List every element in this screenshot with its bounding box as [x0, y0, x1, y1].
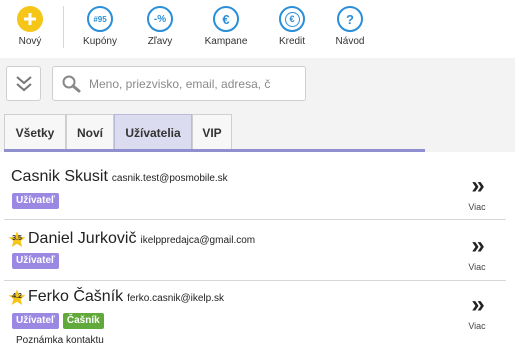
campaign-icon: €: [213, 6, 239, 32]
contact-row[interactable]: 4.2 Ferko Čašník ferko.casnik@ikelp.sk U…: [4, 281, 506, 353]
user-badge: Užívateľ: [12, 253, 59, 269]
contact-header: Casnik Skusit casnik.test@posmobile.sk: [11, 168, 228, 186]
expand-filters-button[interactable]: [6, 66, 41, 101]
tab-active-underline: [4, 149, 425, 152]
contact-header: 4.2 Ferko Čašník ferko.casnik@ikelp.sk: [8, 288, 224, 306]
contact-note: Poznámka kontaktu: [16, 335, 104, 346]
coupon-icon: #95: [87, 6, 113, 32]
new-button[interactable]: Nový: [0, 6, 60, 47]
tab-vip[interactable]: VIP: [192, 114, 232, 150]
discount-icon: -%: [147, 6, 173, 32]
rating-value: 4.2: [12, 292, 22, 300]
contact-name: Ferko Čašník: [28, 288, 124, 305]
toolbar-divider: [63, 6, 64, 48]
credit-button-label: Kredit: [278, 36, 306, 47]
coupons-button[interactable]: #95 Kupóny: [70, 6, 130, 47]
contact-name: Casnik Skusit: [11, 168, 108, 185]
toolbar: Nový #95 Kupóny -% Zľavy € Kampane € Kre…: [0, 0, 515, 58]
star-rating-icon: 4.2: [8, 289, 26, 306]
double-chevron-right-icon: »: [471, 172, 484, 199]
contact-name: Daniel Jurkovič: [28, 230, 137, 247]
help-icon: ?: [337, 6, 363, 32]
more-label: Viac: [468, 321, 486, 331]
search-field: [52, 66, 306, 101]
more-label: Viac: [468, 202, 486, 212]
rating-value: 3.5: [12, 234, 22, 242]
contact-email: ferko.casnik@ikelp.sk: [127, 293, 224, 304]
waiter-badge: Čašník: [62, 313, 104, 329]
campaigns-button-label: Kampane: [204, 36, 248, 47]
user-badge: Užívateľ: [12, 193, 59, 209]
contact-email: casnik.test@posmobile.sk: [111, 173, 228, 184]
contact-row[interactable]: Casnik Skusit casnik.test@posmobile.sk U…: [4, 156, 506, 220]
campaigns-button[interactable]: € Kampane: [196, 6, 256, 47]
search-icon: [53, 67, 89, 100]
add-icon: [17, 6, 43, 32]
discounts-button-label: Zľavy: [147, 36, 173, 47]
search-input[interactable]: [89, 68, 299, 99]
contact-badges: Užívateľ Čašník: [12, 313, 104, 329]
search-bar: [0, 58, 515, 110]
more-button[interactable]: » Viac: [464, 293, 490, 332]
help-button[interactable]: ? Návod: [320, 6, 380, 47]
double-chevron-right-icon: »: [471, 291, 484, 318]
contact-badges: Užívateľ: [12, 253, 59, 269]
tab-new[interactable]: Noví: [66, 114, 114, 150]
discounts-button[interactable]: -% Zľavy: [130, 6, 190, 47]
star-rating-icon: 3.5: [8, 231, 26, 248]
tab-all[interactable]: Všetky: [4, 114, 66, 150]
tab-users[interactable]: Užívatelia: [114, 114, 192, 150]
contact-badges: Užívateľ: [12, 193, 59, 209]
chevron-double-down-icon: [15, 75, 32, 91]
credit-button[interactable]: € Kredit: [262, 6, 322, 47]
tab-bar: Všetky Noví Užívatelia VIP: [0, 110, 515, 152]
double-chevron-right-icon: »: [471, 232, 484, 259]
more-button[interactable]: » Viac: [464, 234, 490, 273]
user-badge: Užívateľ: [12, 313, 59, 329]
credit-icon: €: [279, 6, 305, 32]
coupons-button-label: Kupóny: [83, 36, 117, 47]
contact-header: 3.5 Daniel Jurkovič ikelppredajca@gmail.…: [8, 230, 255, 248]
more-button[interactable]: » Viac: [464, 174, 490, 213]
contact-row[interactable]: 3.5 Daniel Jurkovič ikelppredajca@gmail.…: [4, 220, 506, 281]
contact-email: ikelppredajca@gmail.com: [140, 235, 256, 246]
more-label: Viac: [468, 262, 486, 272]
new-button-label: Nový: [18, 36, 42, 47]
help-button-label: Návod: [335, 36, 365, 47]
